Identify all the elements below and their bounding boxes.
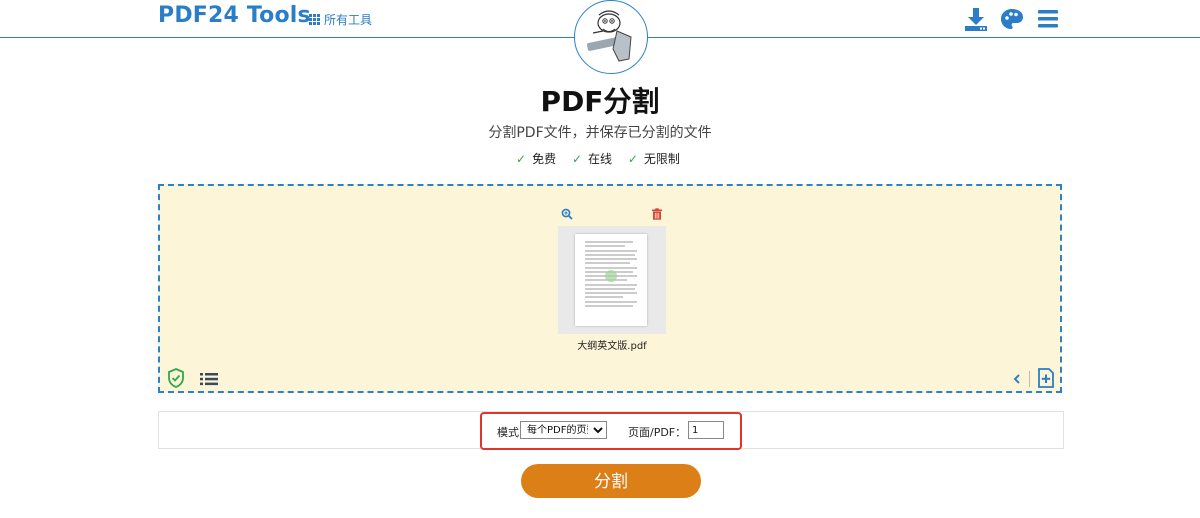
zoom-icon[interactable] [561, 208, 573, 220]
split-button[interactable]: 分割 [521, 464, 701, 498]
mode-label: 模式 [497, 426, 519, 439]
feature-item: ✓ 免费 [516, 152, 557, 166]
mascot-logo[interactable] [574, 0, 648, 74]
download-icon[interactable] [963, 6, 989, 32]
pdf-page-thumbnail [575, 234, 647, 326]
pages-per-pdf-input[interactable] [688, 421, 724, 439]
file-name: 大纲英文版.pdf [577, 341, 647, 352]
check-icon: ✓ [627, 152, 638, 166]
check-icon: ✓ [516, 152, 527, 166]
list-icon[interactable] [200, 372, 218, 386]
mascot-illustration [586, 10, 632, 62]
grid-icon [309, 14, 320, 25]
feature-item: ✓ 无限制 [627, 152, 680, 166]
chevron-left-icon[interactable] [1012, 373, 1022, 385]
shield-check-icon[interactable] [167, 368, 185, 388]
pages-per-pdf-label: 页面/PDF： [628, 426, 687, 439]
all-tools-link[interactable]: 所有工具 [309, 11, 372, 28]
page-subtitle: 分割PDF文件，并保存已分割的文件 [488, 125, 712, 141]
palette-icon[interactable] [999, 6, 1025, 32]
mode-select[interactable]: 每个PDF的页数 [520, 421, 607, 439]
add-file-icon[interactable] [1037, 368, 1055, 388]
feature-list: ✓ 免费 ✓ 在线 ✓ 无限制 [0, 150, 1200, 167]
site-logo[interactable]: PDF24 Tools [158, 3, 311, 28]
feature-item: ✓ 在线 [571, 152, 613, 166]
file-drop-zone[interactable]: 大纲英文版.pdf [158, 184, 1062, 393]
all-tools-label: 所有工具 [324, 13, 373, 27]
trash-icon[interactable] [651, 208, 663, 220]
menu-icon[interactable] [1036, 6, 1062, 32]
toolbar-divider [1029, 371, 1030, 387]
file-card[interactable] [558, 226, 666, 334]
check-icon: ✓ [571, 152, 583, 166]
page-title: PDF分割 [540, 85, 660, 118]
